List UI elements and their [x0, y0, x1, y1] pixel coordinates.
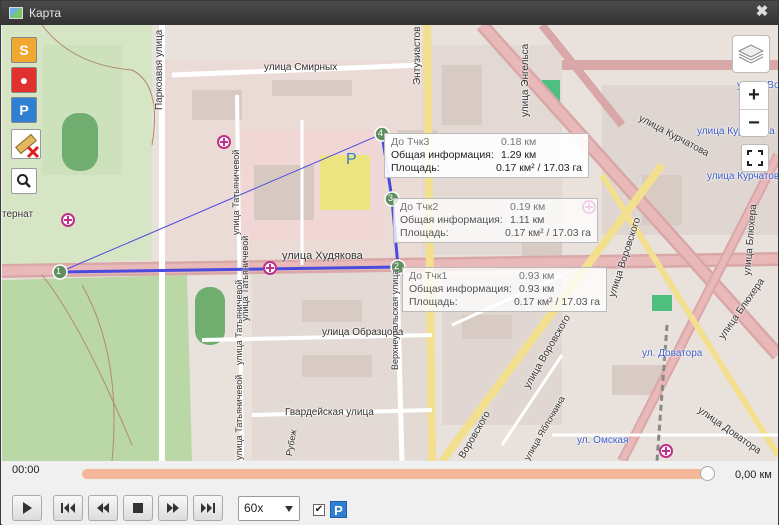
chevron-down-icon — [285, 506, 293, 512]
rewind-icon — [97, 503, 109, 513]
rewind-button[interactable] — [88, 495, 118, 521]
fullscreen-button[interactable] — [741, 144, 769, 172]
window-title: Карта — [29, 6, 62, 20]
popup-area-label: Площадь: — [391, 162, 440, 174]
zoom-out-button[interactable]: − — [740, 109, 768, 136]
street-label: Энтузиастов — [412, 26, 423, 85]
map-app-icon — [9, 7, 23, 19]
popup-area-value: 0.17 км² / 17.03 га — [495, 162, 582, 174]
route-tool-button[interactable]: S — [11, 37, 37, 63]
parking-icon: P — [19, 102, 29, 118]
ruler-clear-icon — [15, 133, 40, 159]
search-button[interactable] — [11, 168, 37, 194]
route-point-1[interactable]: 1 — [56, 266, 61, 276]
popup-info-label: Общая информация: — [400, 214, 503, 226]
forward-button[interactable] — [158, 495, 188, 521]
speed-select[interactable]: 60x — [238, 496, 300, 521]
popup-title: До Тчк1 — [409, 270, 448, 282]
popup-title-value: 0.93 км — [519, 270, 555, 282]
map-window: Карта ✖ 1 2 3 4 улица Смирных P улица Ху… — [0, 0, 779, 525]
stop-button[interactable] — [123, 495, 153, 521]
street-label: улица Татьяничевой — [234, 374, 244, 460]
measure-popup-3: До Тчк3 0.18 км Общая информация: 1.29 км … — [384, 133, 589, 178]
parking-checkbox[interactable]: ✔ — [313, 504, 325, 516]
measure-popup-1: До Тчк1 0.93 км Общая информация: 0.93 км … — [402, 267, 607, 312]
street-label: тернат — [2, 209, 34, 220]
street-label: ул. Доватора — [642, 348, 703, 359]
measure-popup-2: До Тчк2 0.19 км Общая информация: 1.11 км … — [393, 198, 598, 243]
map-tiles — [2, 25, 778, 461]
popup-area-value: 0.17 км² / 17.03 га — [504, 227, 591, 239]
distance-label: 0,00 км — [735, 469, 772, 481]
street-label: улица Татьяничевой — [234, 279, 244, 365]
magnifier-icon — [17, 174, 31, 188]
street-label: улица Курчатова — [707, 171, 778, 182]
street-label: улица Энгельса — [520, 43, 531, 117]
parking-icon: P — [330, 501, 347, 518]
popup-title: До Тчк3 — [391, 136, 430, 148]
skip-start-icon — [61, 503, 75, 513]
route-point-4[interactable]: 4 — [378, 128, 383, 138]
popup-title-value: 0.18 км — [501, 136, 537, 148]
skip-end-button[interactable] — [193, 495, 223, 521]
speed-value: 60x — [244, 501, 264, 515]
popup-title: До Тчк2 — [400, 201, 439, 213]
popup-title-value: 0.19 км — [510, 201, 546, 213]
zoom-in-button[interactable]: + — [740, 82, 768, 109]
street-label: Верхнеуральская улица — [390, 269, 400, 370]
street-label: улица Татьяничевой — [231, 149, 241, 235]
ruler-clear-button[interactable] — [11, 129, 41, 159]
popup-info-value: 1.11 км — [510, 214, 545, 226]
street-label: Паркоавая улица — [154, 29, 165, 110]
popup-info-label: Общая информация: — [391, 149, 494, 161]
timeline-thumb[interactable] — [700, 466, 715, 481]
parking-map-label: P — [346, 151, 357, 168]
map-pin-icon: ● — [19, 72, 29, 88]
layers-button[interactable] — [732, 35, 770, 73]
title-bar[interactable]: Карта ✖ — [1, 1, 778, 25]
street-label: улица Худякова — [282, 250, 363, 262]
popup-area-label: Площадь: — [409, 296, 458, 308]
playback-panel: 00:00 0,00 км 60x ✔ P — [2, 461, 778, 525]
route-s-icon: S — [19, 42, 29, 58]
popup-area-value: 0.17 км² / 17.03 га — [513, 296, 600, 308]
stop-icon — [133, 503, 143, 513]
popup-info-value: 1.29 км — [501, 149, 537, 161]
street-label: улица Смирных — [264, 62, 338, 73]
layers-icon — [737, 44, 765, 64]
skip-start-button[interactable] — [53, 495, 83, 521]
street-label: ул. Омская — [577, 435, 629, 446]
forward-icon — [167, 503, 179, 513]
close-icon[interactable]: ✖ — [754, 4, 770, 20]
fullscreen-icon — [747, 150, 763, 166]
play-icon — [23, 502, 32, 514]
street-label: Гвардейская улица — [285, 407, 374, 418]
poi-tool-button[interactable]: ● — [11, 67, 37, 93]
zoom-control: + − — [739, 81, 769, 137]
popup-area-label: Площадь: — [400, 227, 449, 239]
map-view[interactable]: 1 2 3 4 улица Смирных P улица Худякова Э… — [2, 25, 778, 461]
popup-info-value: 0.93 км — [519, 283, 555, 295]
play-button[interactable] — [12, 495, 42, 521]
time-start-label: 00:00 — [12, 464, 40, 476]
timeline-slider[interactable] — [82, 469, 712, 479]
parking-tool-button[interactable]: P — [11, 97, 37, 123]
skip-end-icon — [201, 503, 215, 513]
popup-info-label: Общая информация: — [409, 283, 512, 295]
